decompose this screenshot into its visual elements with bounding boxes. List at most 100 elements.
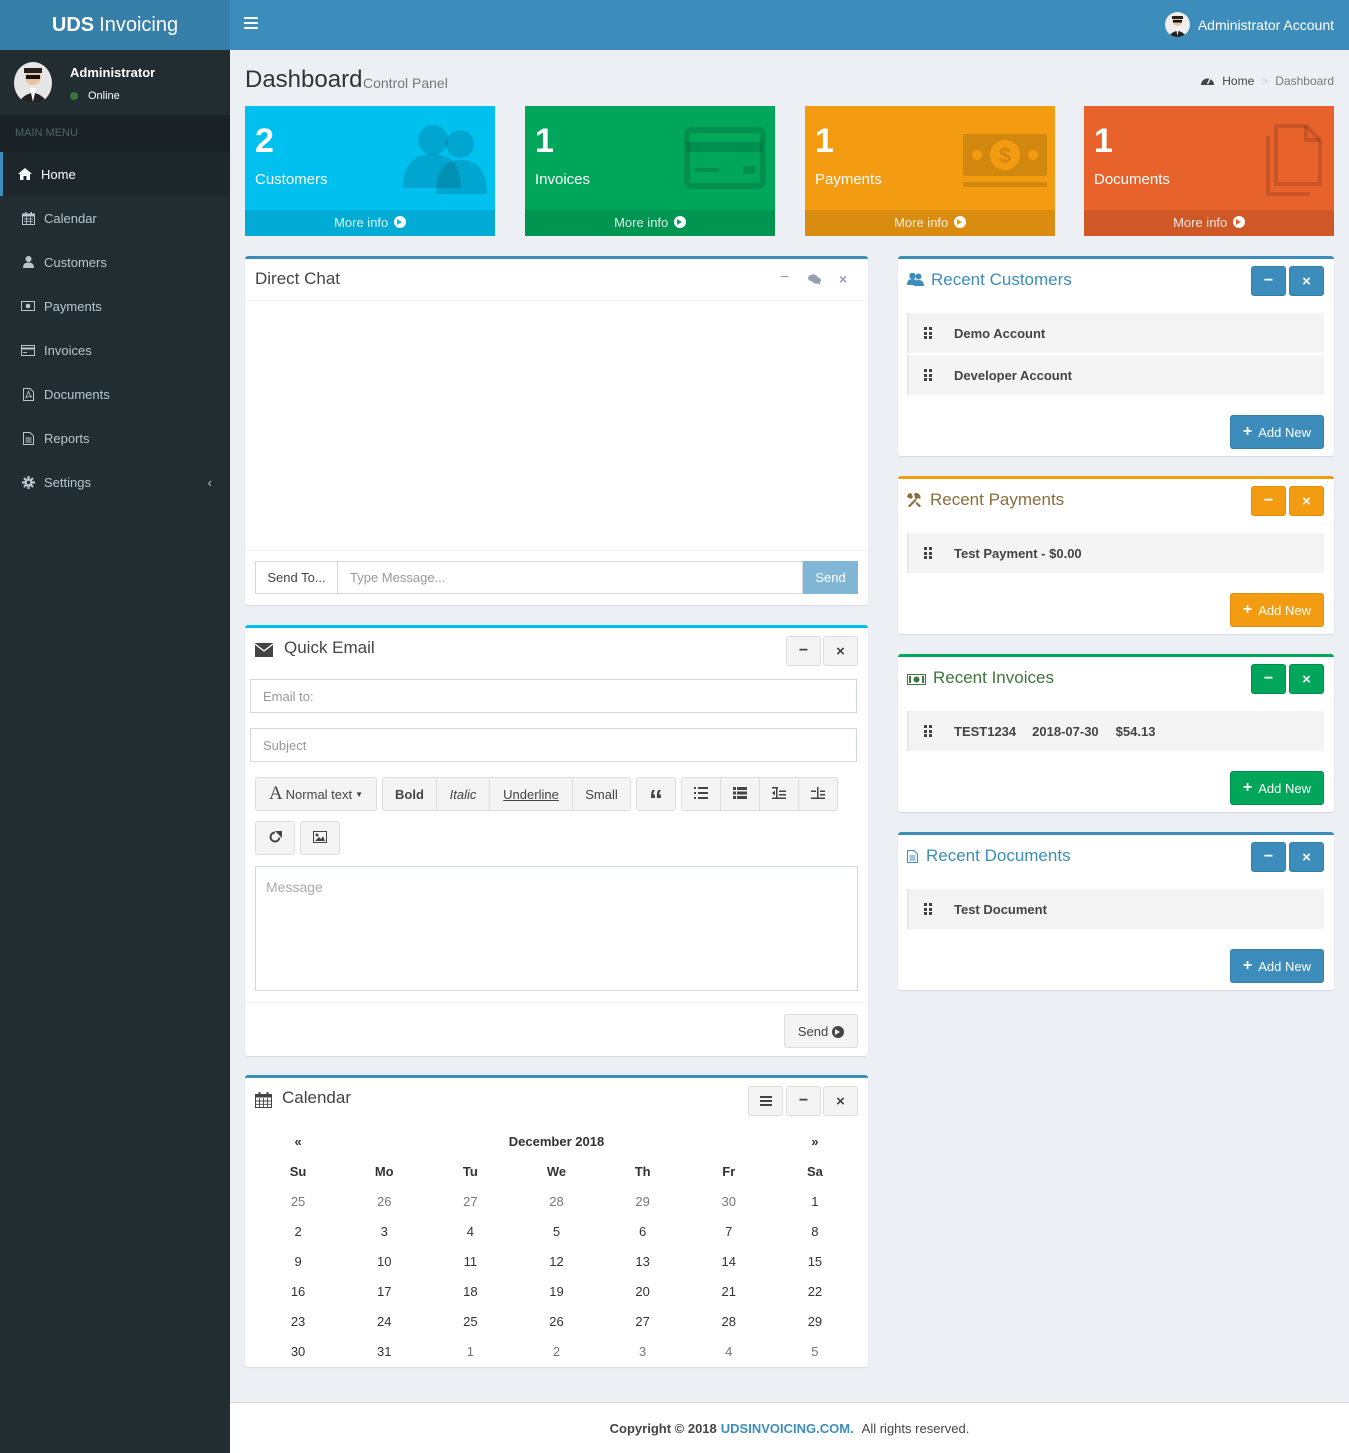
calendar-day[interactable]: 28 [513, 1186, 599, 1216]
ordered-list-button[interactable] [720, 777, 760, 811]
calendar-day[interactable]: 16 [255, 1276, 341, 1306]
calendar-day[interactable]: 30 [255, 1336, 341, 1366]
drag-handle-icon[interactable] [924, 547, 932, 559]
font-style-dropdown[interactable]: A Normal text ▼ [255, 777, 377, 811]
calendar-day[interactable]: 30 [686, 1186, 772, 1216]
close-icon[interactable]: × [839, 271, 847, 287]
calendar-day[interactable]: 12 [513, 1246, 599, 1276]
calendar-menu-button[interactable] [748, 1086, 783, 1116]
close-button[interactable]: × [823, 1086, 858, 1116]
list-item[interactable]: TEST1234 2018-07-30 $54.13 [907, 711, 1324, 751]
message-textarea[interactable]: Message [255, 866, 858, 991]
minimize-button[interactable]: − [1251, 664, 1286, 694]
list-item[interactable]: Test Payment - $0.00 [907, 533, 1324, 573]
underline-button[interactable]: Underline [489, 777, 573, 811]
drag-handle-icon[interactable] [924, 327, 932, 339]
calendar-day[interactable]: 1 [772, 1186, 858, 1216]
calendar-day[interactable]: 25 [255, 1186, 341, 1216]
calendar-day[interactable]: 4 [427, 1216, 513, 1246]
sidebar-item-reports[interactable]: Reports [0, 416, 230, 460]
calendar-day[interactable]: 26 [341, 1186, 427, 1216]
chat-send-button[interactable]: Send [803, 561, 858, 594]
site-link[interactable]: UDSINVOICING.COM. [721, 1421, 854, 1436]
calendar-day[interactable]: 18 [427, 1276, 513, 1306]
indent-button[interactable] [798, 777, 838, 811]
calendar-day[interactable]: 22 [772, 1276, 858, 1306]
minimize-button[interactable]: − [1251, 842, 1286, 872]
sidebar-item-payments[interactable]: Payments [0, 284, 230, 328]
sidebar-item-customers[interactable]: Customers [0, 240, 230, 284]
comments-icon[interactable] [808, 273, 821, 288]
calendar-day[interactable]: 19 [513, 1276, 599, 1306]
subject-input[interactable]: Subject [250, 728, 857, 762]
calendar-day[interactable]: 31 [341, 1336, 427, 1366]
insert-image-button[interactable] [300, 821, 340, 855]
drag-handle-icon[interactable] [924, 725, 932, 737]
calendar-day[interactable]: 25 [427, 1306, 513, 1336]
stat-more-info-link[interactable]: More info [1084, 210, 1334, 236]
bold-button[interactable]: Bold [382, 777, 437, 811]
add-customer-button[interactable]: + Add New [1229, 415, 1324, 449]
calendar-day[interactable]: 29 [600, 1186, 686, 1216]
italic-button[interactable]: Italic [436, 777, 490, 811]
minimize-button[interactable]: − [1251, 486, 1286, 516]
calendar-day[interactable]: 29 [772, 1306, 858, 1336]
calendar-day[interactable]: 14 [686, 1246, 772, 1276]
app-logo[interactable]: UDS Invoicing [0, 0, 230, 50]
calendar-prev-button[interactable]: « [255, 1126, 341, 1156]
blockquote-button[interactable]: “ [636, 777, 676, 815]
breadcrumb-home[interactable]: Home [1222, 74, 1254, 88]
calendar-day[interactable]: 21 [686, 1276, 772, 1306]
drag-handle-icon[interactable] [924, 903, 932, 915]
calendar-day[interactable]: 10 [341, 1246, 427, 1276]
list-item[interactable]: Developer Account [907, 355, 1324, 395]
chat-message-input[interactable]: Type Message... [338, 561, 803, 594]
calendar-day[interactable]: 15 [772, 1246, 858, 1276]
calendar-day[interactable]: 3 [600, 1336, 686, 1366]
calendar-day[interactable]: 2 [255, 1216, 341, 1246]
email-to-input[interactable]: Email to: [250, 679, 857, 713]
add-document-button[interactable]: + Add New [1229, 949, 1324, 983]
calendar-day[interactable]: 11 [427, 1246, 513, 1276]
calendar-day[interactable]: 28 [686, 1306, 772, 1336]
calendar-day[interactable]: 26 [513, 1306, 599, 1336]
minimize-icon[interactable]: − [780, 269, 789, 287]
sidebar-item-calendar[interactable]: Calendar [0, 196, 230, 240]
minimize-button[interactable]: − [1251, 266, 1286, 296]
calendar-day[interactable]: 6 [600, 1216, 686, 1246]
sidebar-item-invoices[interactable]: Invoices [0, 328, 230, 372]
list-item[interactable]: Demo Account [907, 313, 1324, 353]
minimize-button[interactable]: − [786, 1086, 821, 1116]
close-button[interactable]: × [823, 636, 858, 666]
outdent-button[interactable] [759, 777, 799, 811]
close-button[interactable]: × [1289, 266, 1324, 296]
unordered-list-button[interactable] [681, 777, 721, 811]
calendar-next-button[interactable]: » [772, 1126, 858, 1156]
sidebar-item-home[interactable]: Home [0, 152, 230, 196]
add-payment-button[interactable]: + Add New [1229, 593, 1324, 627]
calendar-day[interactable]: 27 [600, 1306, 686, 1336]
stat-more-info-link[interactable]: More info [245, 210, 495, 236]
send-to-button[interactable]: Send To... [255, 561, 338, 594]
insert-link-button[interactable] [255, 821, 295, 855]
calendar-day[interactable]: 2 [513, 1336, 599, 1366]
calendar-day[interactable]: 17 [341, 1276, 427, 1306]
email-send-button[interactable]: Send [784, 1014, 858, 1048]
calendar-day[interactable]: 5 [513, 1216, 599, 1246]
drag-handle-icon[interactable] [924, 369, 932, 381]
sidebar-item-settings[interactable]: Settings ‹ [0, 460, 230, 504]
calendar-day[interactable]: 9 [255, 1246, 341, 1276]
sidebar-toggle-icon[interactable] [244, 17, 258, 29]
stat-more-info-link[interactable]: More info [805, 210, 1055, 236]
calendar-day[interactable]: 27 [427, 1186, 513, 1216]
calendar-day[interactable]: 13 [600, 1246, 686, 1276]
add-invoice-button[interactable]: + Add New [1229, 771, 1324, 805]
small-button[interactable]: Small [572, 777, 631, 811]
calendar-day[interactable]: 20 [600, 1276, 686, 1306]
close-button[interactable]: × [1289, 842, 1324, 872]
account-menu[interactable]: Administrator Account [1164, 12, 1334, 37]
calendar-day[interactable]: 3 [341, 1216, 427, 1246]
close-button[interactable]: × [1289, 664, 1324, 694]
sidebar-item-documents[interactable]: Documents [0, 372, 230, 416]
calendar-day[interactable]: 4 [686, 1336, 772, 1366]
